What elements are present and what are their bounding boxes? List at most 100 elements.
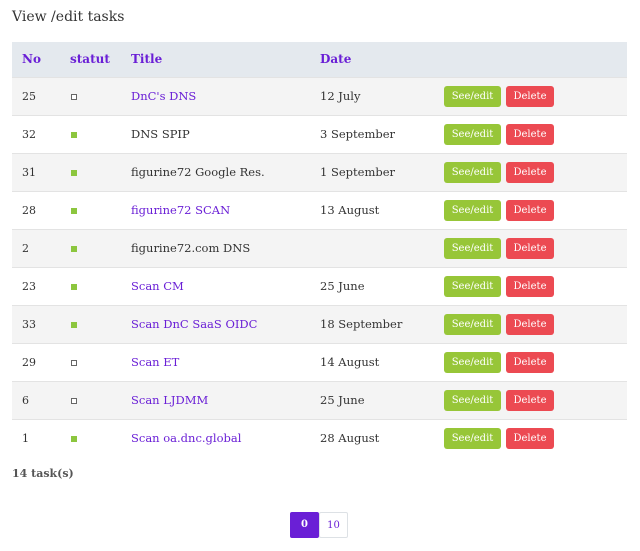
status-open-icon bbox=[71, 94, 77, 100]
header-actions bbox=[444, 42, 627, 77]
cell-status bbox=[59, 114, 131, 153]
delete-button[interactable]: Delete bbox=[506, 389, 554, 411]
cell-date: 18 September bbox=[320, 304, 444, 343]
cell-actions: See/edit Delete bbox=[444, 266, 627, 305]
cell-date: 12 July bbox=[320, 76, 444, 115]
table-row: 2 figurine72.com DNS See/edit Delete bbox=[12, 228, 627, 267]
see-edit-button[interactable]: See/edit bbox=[444, 85, 501, 107]
status-done-icon bbox=[71, 132, 77, 138]
task-title-link[interactable]: Scan DnC SaaS OIDC bbox=[131, 317, 257, 331]
task-number: 23 bbox=[22, 280, 36, 293]
cell-title: figurine72 Google Res. bbox=[131, 152, 320, 191]
task-title-link[interactable]: Scan LJDMM bbox=[131, 393, 208, 407]
cell-date: 25 June bbox=[320, 266, 444, 305]
cell-status bbox=[59, 190, 131, 229]
status-done-icon bbox=[71, 208, 77, 214]
delete-button[interactable]: Delete bbox=[506, 351, 554, 373]
cell-title: Scan DnC SaaS OIDC bbox=[131, 304, 320, 343]
see-edit-button[interactable]: See/edit bbox=[444, 123, 501, 145]
cell-actions: See/edit Delete bbox=[444, 304, 627, 343]
cell-actions: See/edit Delete bbox=[444, 114, 627, 153]
table-row: 31 figurine72 Google Res. 1 September See/e… bbox=[12, 152, 627, 191]
cell-no: 28 bbox=[12, 190, 59, 229]
cell-date: 28 August bbox=[320, 418, 444, 457]
task-number: 6 bbox=[22, 394, 29, 407]
table-row: 29 Scan ET 14 August See/edit Delete bbox=[12, 342, 627, 381]
task-title: figurine72.com DNS bbox=[131, 241, 251, 255]
delete-button[interactable]: Delete bbox=[506, 199, 554, 221]
page-button[interactable]: 10 bbox=[319, 512, 348, 538]
task-number: 31 bbox=[22, 166, 36, 179]
task-date: 25 June bbox=[320, 393, 365, 407]
cell-no: 6 bbox=[12, 380, 59, 419]
task-date: 3 September bbox=[320, 127, 396, 141]
task-title-link[interactable]: figurine72 SCAN bbox=[131, 203, 230, 217]
cell-actions: See/edit Delete bbox=[444, 152, 627, 191]
task-date: 28 August bbox=[320, 431, 380, 446]
header-no[interactable]: No bbox=[12, 42, 59, 77]
see-edit-button[interactable]: See/edit bbox=[444, 275, 501, 297]
table-row: 6 Scan LJDMM 25 June See/edit Delete bbox=[12, 380, 627, 419]
task-number: 32 bbox=[22, 128, 36, 141]
table-row: 23 Scan CM 25 June See/edit Delete bbox=[12, 266, 627, 305]
task-title: DNS SPIP bbox=[131, 127, 190, 141]
table-row: 1 Scan oa.dnc.global 28 August See/edit Dele… bbox=[12, 418, 627, 457]
cell-date: 25 June bbox=[320, 380, 444, 419]
task-title-link[interactable]: Scan ET bbox=[131, 355, 179, 369]
cell-date: 14 August bbox=[320, 342, 444, 381]
cell-no: 23 bbox=[12, 266, 59, 305]
task-date: 14 August bbox=[320, 355, 380, 369]
delete-button[interactable]: Delete bbox=[506, 275, 554, 297]
status-done-icon bbox=[71, 246, 77, 252]
cell-actions: See/edit Delete bbox=[444, 76, 627, 115]
task-title-link[interactable]: DnC's DNS bbox=[131, 89, 196, 103]
task-title: figurine72 Google Res. bbox=[131, 165, 265, 179]
cell-date: 3 September bbox=[320, 114, 444, 153]
cell-status bbox=[59, 418, 131, 457]
see-edit-button[interactable]: See/edit bbox=[444, 237, 501, 259]
status-open-icon bbox=[71, 398, 77, 404]
see-edit-button[interactable]: See/edit bbox=[444, 427, 501, 449]
cell-actions: See/edit Delete bbox=[444, 342, 627, 381]
delete-button[interactable]: Delete bbox=[506, 85, 554, 107]
table-row: 32 DNS SPIP 3 September See/edit Delete bbox=[12, 114, 627, 153]
header-status[interactable]: statut bbox=[59, 42, 131, 77]
task-title-link[interactable]: Scan CM bbox=[131, 279, 184, 293]
task-count: 14 task(s) bbox=[12, 467, 74, 480]
see-edit-button[interactable]: See/edit bbox=[444, 199, 501, 221]
delete-button[interactable]: Delete bbox=[506, 237, 554, 259]
see-edit-button[interactable]: See/edit bbox=[444, 351, 501, 373]
table-row: 28 figurine72 SCAN 13 August See/edit Delete bbox=[12, 190, 627, 229]
cell-actions: See/edit Delete bbox=[444, 190, 627, 229]
task-number: 25 bbox=[22, 90, 36, 103]
task-number: 1 bbox=[22, 432, 29, 446]
task-number: 2 bbox=[22, 242, 29, 255]
header-date[interactable]: Date bbox=[320, 42, 444, 77]
cell-status bbox=[59, 152, 131, 191]
cell-title: Scan CM bbox=[131, 266, 320, 305]
task-date: 1 September bbox=[320, 165, 396, 179]
page-button[interactable]: 0 bbox=[290, 512, 319, 538]
tasks-table: No statut Title Date 25 DnC's DNS 12 July S… bbox=[12, 42, 627, 457]
cell-no: 31 bbox=[12, 152, 59, 191]
cell-title: figurine72.com DNS bbox=[131, 228, 320, 267]
see-edit-button[interactable]: See/edit bbox=[444, 161, 501, 183]
delete-button[interactable]: Delete bbox=[506, 313, 554, 335]
cell-title: Scan LJDMM bbox=[131, 380, 320, 419]
task-date: 12 July bbox=[320, 89, 361, 103]
table-body: 25 DnC's DNS 12 July See/edit Delete 32 DNS SP… bbox=[12, 76, 627, 457]
delete-button[interactable]: Delete bbox=[506, 427, 554, 449]
cell-status bbox=[59, 228, 131, 267]
task-number: 28 bbox=[22, 204, 36, 217]
header-title[interactable]: Title bbox=[131, 42, 320, 77]
delete-button[interactable]: Delete bbox=[506, 161, 554, 183]
see-edit-button[interactable]: See/edit bbox=[444, 313, 501, 335]
cell-status bbox=[59, 380, 131, 419]
cell-no: 33 bbox=[12, 304, 59, 343]
page-title: View /edit tasks bbox=[12, 9, 125, 25]
task-title-link[interactable]: Scan oa.dnc.global bbox=[131, 431, 241, 445]
task-date: 25 June bbox=[320, 279, 365, 293]
see-edit-button[interactable]: See/edit bbox=[444, 389, 501, 411]
delete-button[interactable]: Delete bbox=[506, 123, 554, 145]
cell-no: 2 bbox=[12, 228, 59, 267]
